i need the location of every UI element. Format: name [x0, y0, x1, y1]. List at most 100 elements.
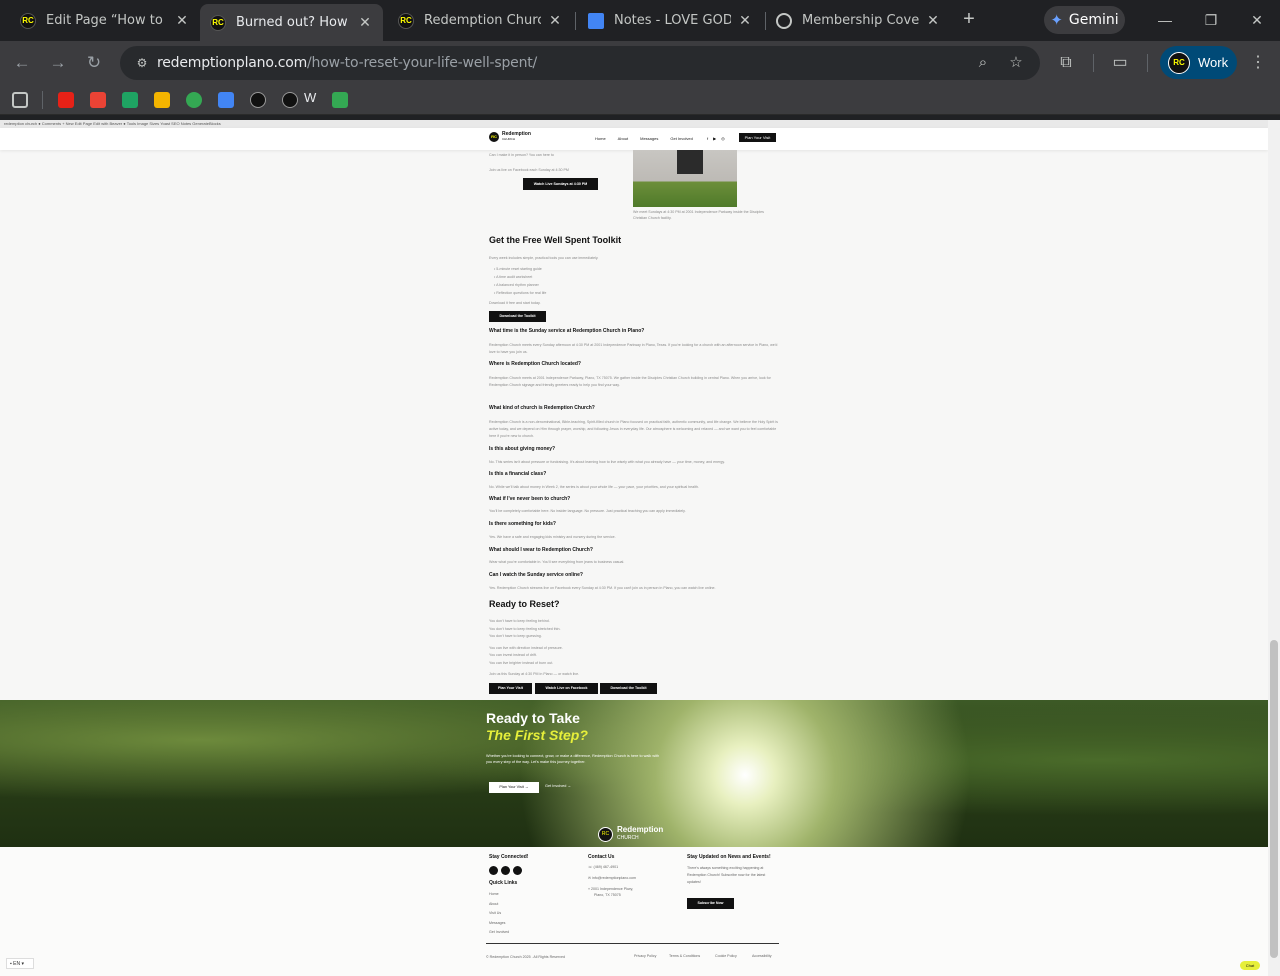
reset-line: You don't have to keep guessing.: [489, 634, 542, 638]
tab-redemption-church[interactable]: RC Redemption Church | I ✕: [388, 6, 573, 35]
email[interactable]: ✉ info@redemptionplano.com: [588, 876, 636, 880]
plan-visit-button[interactable]: Plan Your Visit: [489, 683, 532, 694]
page-scrollbar[interactable]: [1268, 120, 1280, 976]
facebook-icon[interactable]: f: [707, 136, 708, 141]
download-toolkit-button[interactable]: Download the Toolkit: [489, 311, 546, 322]
legal-link[interactable]: Terms & Conditions: [669, 954, 700, 958]
quick-link[interactable]: About: [489, 902, 498, 906]
profile-button[interactable]: RC Work: [1160, 46, 1237, 79]
address-bar[interactable]: ⚙ redemptionplano.com/how-to-reset-your-…: [120, 46, 1040, 80]
tab-burned-out[interactable]: RC Burned out? How to R ✕: [200, 4, 383, 41]
address: ⌖ 2001 Independence Pkwy,: [588, 887, 634, 891]
cta-plan-visit-button[interactable]: Plan Your Visit →: [489, 782, 539, 793]
footer-divider: [486, 943, 779, 944]
menu-item-about[interactable]: About: [618, 136, 628, 141]
bookmark-star-icon[interactable]: ☆: [1006, 53, 1026, 73]
toolkit-title: Get the Free Well Spent Toolkit: [489, 235, 622, 245]
tab-title: Membership Covenan: [802, 13, 919, 28]
reset-closing: Join us this Sunday at 4:30 PM in Plano …: [489, 672, 580, 676]
redemption-bookmark-icon[interactable]: [282, 92, 298, 108]
menu-kebab-icon[interactable]: ⋮: [1245, 51, 1271, 77]
instagram-icon[interactable]: ◎: [721, 136, 725, 141]
profile-label: Work: [1198, 55, 1229, 70]
youtube-icon[interactable]: [501, 866, 510, 875]
new-tab-icon[interactable]: +: [958, 9, 980, 31]
google-docs-icon[interactable]: [218, 92, 234, 108]
minimize-icon[interactable]: —: [1150, 8, 1180, 32]
faq-question: Is this about giving money?: [489, 446, 556, 452]
facebook-icon[interactable]: [489, 866, 498, 875]
watch-facebook-button[interactable]: Watch Live on Facebook: [535, 683, 598, 694]
instagram-icon[interactable]: [513, 866, 522, 875]
language-switcher[interactable]: ▪ EN ▾: [6, 958, 34, 969]
restore-icon[interactable]: ❐: [1196, 8, 1226, 32]
media-controls-icon[interactable]: ▭: [1107, 51, 1133, 77]
gloo-icon[interactable]: [186, 92, 202, 108]
menu-item-messages[interactable]: Messages: [640, 136, 658, 141]
quick-link[interactable]: Get Involved: [489, 930, 509, 934]
bookmark-w-label[interactable]: W: [304, 90, 316, 105]
gemini-button[interactable]: ✦ Gemini: [1044, 6, 1125, 34]
tab-title: Burned out? How to R: [236, 15, 351, 30]
youtube-icon[interactable]: [58, 92, 74, 108]
footer-logo[interactable]: RC Redemption CHURCH: [598, 826, 663, 842]
photo-caption: We meet Sundays at 4:30 PM at 2001 Indep…: [633, 210, 764, 220]
back-icon[interactable]: ←: [9, 51, 35, 77]
google-sheets-icon[interactable]: [332, 92, 348, 108]
quick-link[interactable]: Messages: [489, 921, 505, 925]
toolkit-outro: Download it free and start today.: [489, 301, 541, 305]
gmail-icon[interactable]: [90, 92, 106, 108]
legal-link[interactable]: Accessibility: [752, 954, 772, 958]
tab-edit-page[interactable]: RC Edit Page “How to Res ✕: [10, 6, 200, 35]
site-footer: Stay Connected! Quick Links Home About V…: [0, 847, 1268, 976]
forward-icon[interactable]: →: [45, 51, 71, 77]
reload-icon[interactable]: ↻: [81, 51, 107, 77]
notes-app-icon[interactable]: [154, 92, 170, 108]
toolkit-item: • Reflection questions for real life: [494, 291, 547, 295]
quick-link[interactable]: Home: [489, 892, 499, 896]
building-door: [677, 150, 703, 174]
close-icon[interactable]: ✕: [174, 12, 190, 29]
watch-live-button[interactable]: Watch Live Sundays at 4:30 PM: [523, 178, 598, 190]
redemption-bookmark-icon[interactable]: [250, 92, 266, 108]
logo-sub: CHURCH: [502, 137, 515, 141]
church-building-photo: [633, 150, 737, 207]
tab-notes[interactable]: Notes - LOVE GOD Sta ✕: [578, 6, 763, 35]
close-icon[interactable]: ✕: [737, 12, 753, 29]
close-window-icon[interactable]: ✕: [1242, 8, 1272, 32]
extensions-icon[interactable]: ⧉: [1053, 51, 1079, 77]
url-text[interactable]: redemptionplano.com/how-to-reset-your-li…: [157, 55, 537, 71]
menu-item-home[interactable]: Home: [595, 136, 606, 141]
zoom-icon[interactable]: ⌕: [973, 53, 993, 73]
google-drive-icon[interactable]: [122, 92, 138, 108]
logo-mark-icon: RC: [598, 826, 613, 842]
faq-answer: No. This series isn't about pressure or …: [489, 460, 725, 464]
tab-membership[interactable]: Membership Covenan ✕: [766, 6, 951, 35]
scrollbar-thumb[interactable]: [1270, 640, 1278, 958]
site-info-icon[interactable]: ⚙: [134, 55, 150, 71]
faq-answer: Redemption Church meets every Sunday aft…: [489, 343, 778, 354]
site-logo[interactable]: RC Redemption CHURCH: [489, 132, 531, 142]
plan-visit-header-button[interactable]: Plan Your Visit: [739, 133, 776, 142]
cta-get-involved-link[interactable]: Get Involved →: [545, 784, 571, 788]
page-viewport: redemption church ● Comments + New Edit …: [0, 120, 1268, 976]
legal-link[interactable]: Cookie Policy: [715, 954, 737, 958]
quick-link[interactable]: Visit Us: [489, 911, 501, 915]
menu-item-get-involved[interactable]: Get Involved: [670, 136, 692, 141]
wp-admin-bar[interactable]: redemption church ● Comments + New Edit …: [0, 120, 1268, 128]
close-icon[interactable]: ✕: [547, 12, 563, 29]
chat-widget-button[interactable]: Chat: [1240, 961, 1260, 970]
contact-heading: Contact Us: [588, 854, 615, 860]
phone[interactable]: ☏ (469) 467-4901: [588, 865, 618, 869]
legal-link[interactable]: Privacy Policy: [634, 954, 656, 958]
close-icon[interactable]: ✕: [357, 14, 373, 31]
download-toolkit-button-2[interactable]: Download the Toolkit: [600, 683, 657, 694]
reset-title: Ready to Reset?: [489, 599, 560, 609]
apps-grid-icon[interactable]: [12, 92, 28, 108]
close-icon[interactable]: ✕: [925, 12, 941, 29]
quick-links-heading: Quick Links: [489, 880, 518, 886]
subscribe-button[interactable]: Subscribe Now: [687, 898, 734, 909]
youtube-icon[interactable]: ▶: [713, 136, 716, 141]
arrow-right-icon: →: [524, 785, 529, 789]
cta-hero-section: Ready to Take The First Step? Whether you…: [0, 700, 1268, 847]
